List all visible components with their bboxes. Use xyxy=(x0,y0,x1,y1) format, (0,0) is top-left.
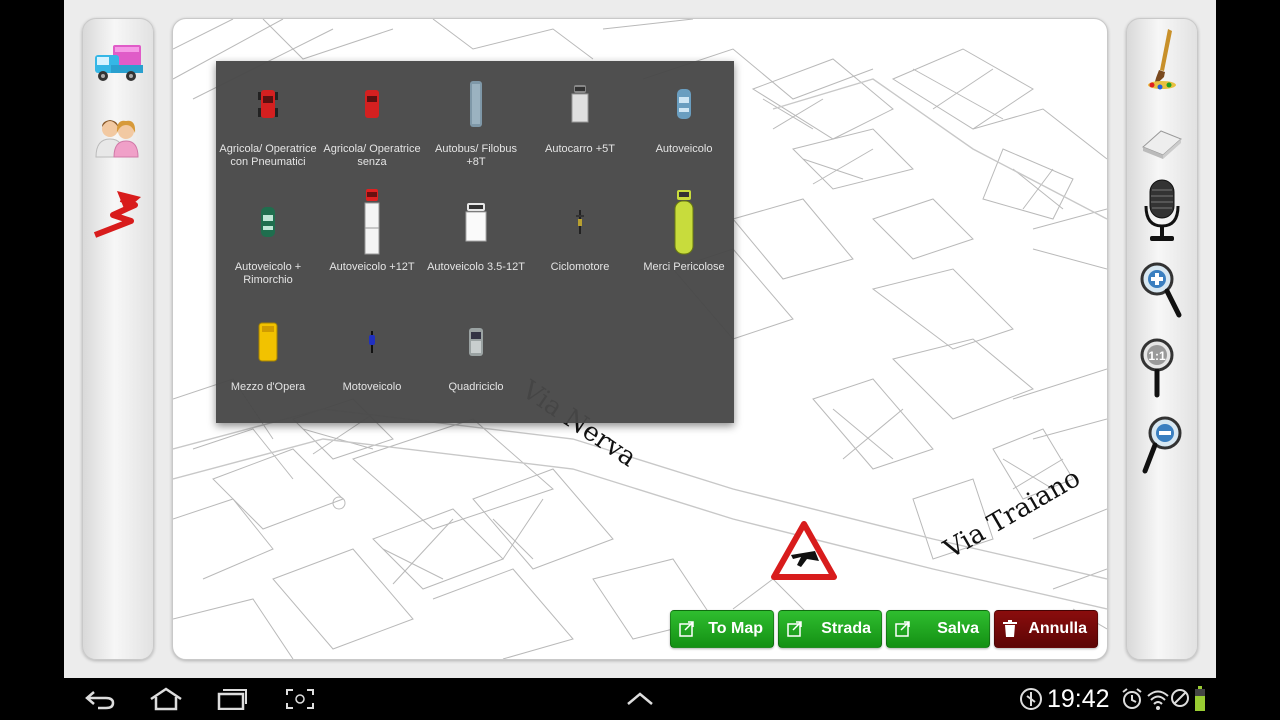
signal-off-icon xyxy=(1171,689,1189,707)
data-saver-icon xyxy=(1020,688,1042,710)
people-tool-button[interactable] xyxy=(88,107,148,167)
eraser-icon xyxy=(1142,130,1182,159)
back-button[interactable] xyxy=(82,686,118,712)
vehicle-item-quadriciclo[interactable]: Quadriciclo xyxy=(424,303,528,394)
zoom-reset-label: 1:1 xyxy=(1148,349,1166,363)
vehicle-item-ciclomotore[interactable]: Ciclomotore xyxy=(528,183,632,274)
paintbrush-icon xyxy=(1148,29,1176,90)
red-tractor-icon xyxy=(365,90,379,118)
annulla-button[interactable]: Annulla xyxy=(994,610,1098,648)
quadricycle-icon xyxy=(469,328,483,356)
vehicle-item-autobus[interactable]: Autobus/ Filobus +8T xyxy=(424,65,528,169)
zoom-out-icon xyxy=(1142,416,1182,474)
chevron-up-icon xyxy=(627,692,653,705)
moped-icon xyxy=(576,210,584,234)
export-icon xyxy=(787,621,802,637)
left-tool-panel xyxy=(82,18,154,660)
paint-tool-button[interactable] xyxy=(1132,29,1192,90)
vehicle-label: Ciclomotore xyxy=(550,261,610,273)
van-icon xyxy=(465,203,487,242)
microphone-tool-button[interactable] xyxy=(1132,179,1192,241)
people-icon xyxy=(95,120,139,158)
vehicle-item-autoveicolo-3-5-12t[interactable]: Autoveicolo 3.5-12T xyxy=(424,183,528,274)
alarm-icon xyxy=(1122,688,1142,709)
zoom-reset-button[interactable]: 1:1 xyxy=(1132,337,1192,398)
tanker-icon xyxy=(674,190,694,255)
back-icon xyxy=(85,691,115,710)
zoom-in-icon xyxy=(1140,262,1182,318)
app-drawer-button[interactable] xyxy=(622,686,658,712)
vehicle-item-autoveicolo-12t[interactable]: Autoveicolo +12T xyxy=(320,183,424,274)
vehicle-item-motoveicolo[interactable]: Motoveicolo xyxy=(320,303,424,394)
vehicle-label: Agricola/ Operatrice con Pneumatici xyxy=(219,143,317,168)
car-trailer-icon xyxy=(261,207,275,237)
strada-label: Strada xyxy=(821,620,871,637)
annulla-label: Annulla xyxy=(1028,620,1087,637)
zoom-in-button[interactable] xyxy=(1132,261,1192,321)
vehicles-tool-button[interactable] xyxy=(88,33,148,93)
app-window: Via Nerva Via Traiano Agricola/ Operatri… xyxy=(64,0,1216,678)
road-arrow-icon xyxy=(93,191,141,238)
vehicle-label: Mezzo d'Opera xyxy=(230,381,306,393)
vehicle-item-agricola-senza[interactable]: Agricola/ Operatrice senza xyxy=(320,65,424,169)
bus-icon xyxy=(470,81,482,127)
export-icon xyxy=(679,621,694,637)
vehicle-label: Autocarro +5T xyxy=(544,143,615,155)
clock: 19:42 xyxy=(1047,685,1110,713)
salva-button[interactable]: Salva xyxy=(886,610,990,648)
vehicle-label: Merci Pericolose xyxy=(643,261,725,273)
zoom-out-button[interactable] xyxy=(1132,416,1192,477)
wifi-icon xyxy=(1147,690,1169,710)
vehicle-label: Autoveicolo 3.5-12T xyxy=(427,261,525,273)
right-tool-panel: 1:1 xyxy=(1126,18,1198,660)
export-icon xyxy=(895,621,910,637)
vehicle-label: Autoveicolo +12T xyxy=(329,261,415,273)
screenshot-button[interactable] xyxy=(282,686,318,712)
vehicles-icon xyxy=(95,45,143,81)
system-navigation-bar: 19:42 xyxy=(0,678,1280,720)
vehicle-label: Autoveicolo xyxy=(655,143,713,155)
to-map-label: To Map xyxy=(708,620,763,637)
zoom-reset-icon: 1:1 xyxy=(1140,338,1174,398)
motorcycle-icon xyxy=(369,331,375,353)
vehicle-item-mezzo-opera[interactable]: Mezzo d'Opera xyxy=(216,303,320,394)
vehicle-label: Autoveicolo + Rimorchio xyxy=(234,261,302,286)
heavy-truck-icon xyxy=(364,189,380,255)
microphone-icon xyxy=(1144,179,1180,241)
screenshot-icon xyxy=(286,689,314,709)
vehicle-label: Autobus/ Filobus +8T xyxy=(435,143,517,168)
to-map-button[interactable]: To Map xyxy=(670,610,774,648)
vehicle-label: Quadriciclo xyxy=(448,381,504,393)
battery-icon xyxy=(1195,686,1205,711)
trash-icon xyxy=(1003,620,1017,637)
road-tool-button[interactable] xyxy=(88,183,148,243)
red-tractor-icon xyxy=(258,90,278,118)
recent-apps-icon xyxy=(217,689,247,710)
salva-label: Salva xyxy=(937,620,979,637)
strada-button[interactable]: Strada xyxy=(778,610,882,648)
vehicle-item-autoveicolo[interactable]: Autoveicolo xyxy=(632,65,736,156)
eraser-tool-button[interactable] xyxy=(1132,111,1192,171)
vehicle-label: Motoveicolo xyxy=(342,381,402,393)
vehicle-item-autocarro[interactable]: Autocarro +5T xyxy=(528,65,632,156)
work-vehicle-icon xyxy=(258,322,278,362)
vehicle-label: Agricola/ Operatrice senza xyxy=(323,143,421,168)
home-icon xyxy=(150,687,182,711)
car-icon xyxy=(677,89,691,119)
vehicle-type-menu: Agricola/ Operatrice con Pneumatici Agri… xyxy=(216,61,734,423)
recent-apps-button[interactable] xyxy=(214,686,250,712)
truck-icon xyxy=(571,85,589,123)
road-warning-sign-icon[interactable] xyxy=(771,521,837,581)
vehicle-item-merci-pericolose[interactable]: Merci Pericolose xyxy=(632,183,736,274)
vehicle-item-agricola-pneumatici[interactable]: Agricola/ Operatrice con Pneumatici xyxy=(216,65,320,169)
home-button[interactable] xyxy=(146,686,186,712)
vehicle-item-autoveicolo-rimorchio[interactable]: Autoveicolo + Rimorchio xyxy=(216,183,320,287)
